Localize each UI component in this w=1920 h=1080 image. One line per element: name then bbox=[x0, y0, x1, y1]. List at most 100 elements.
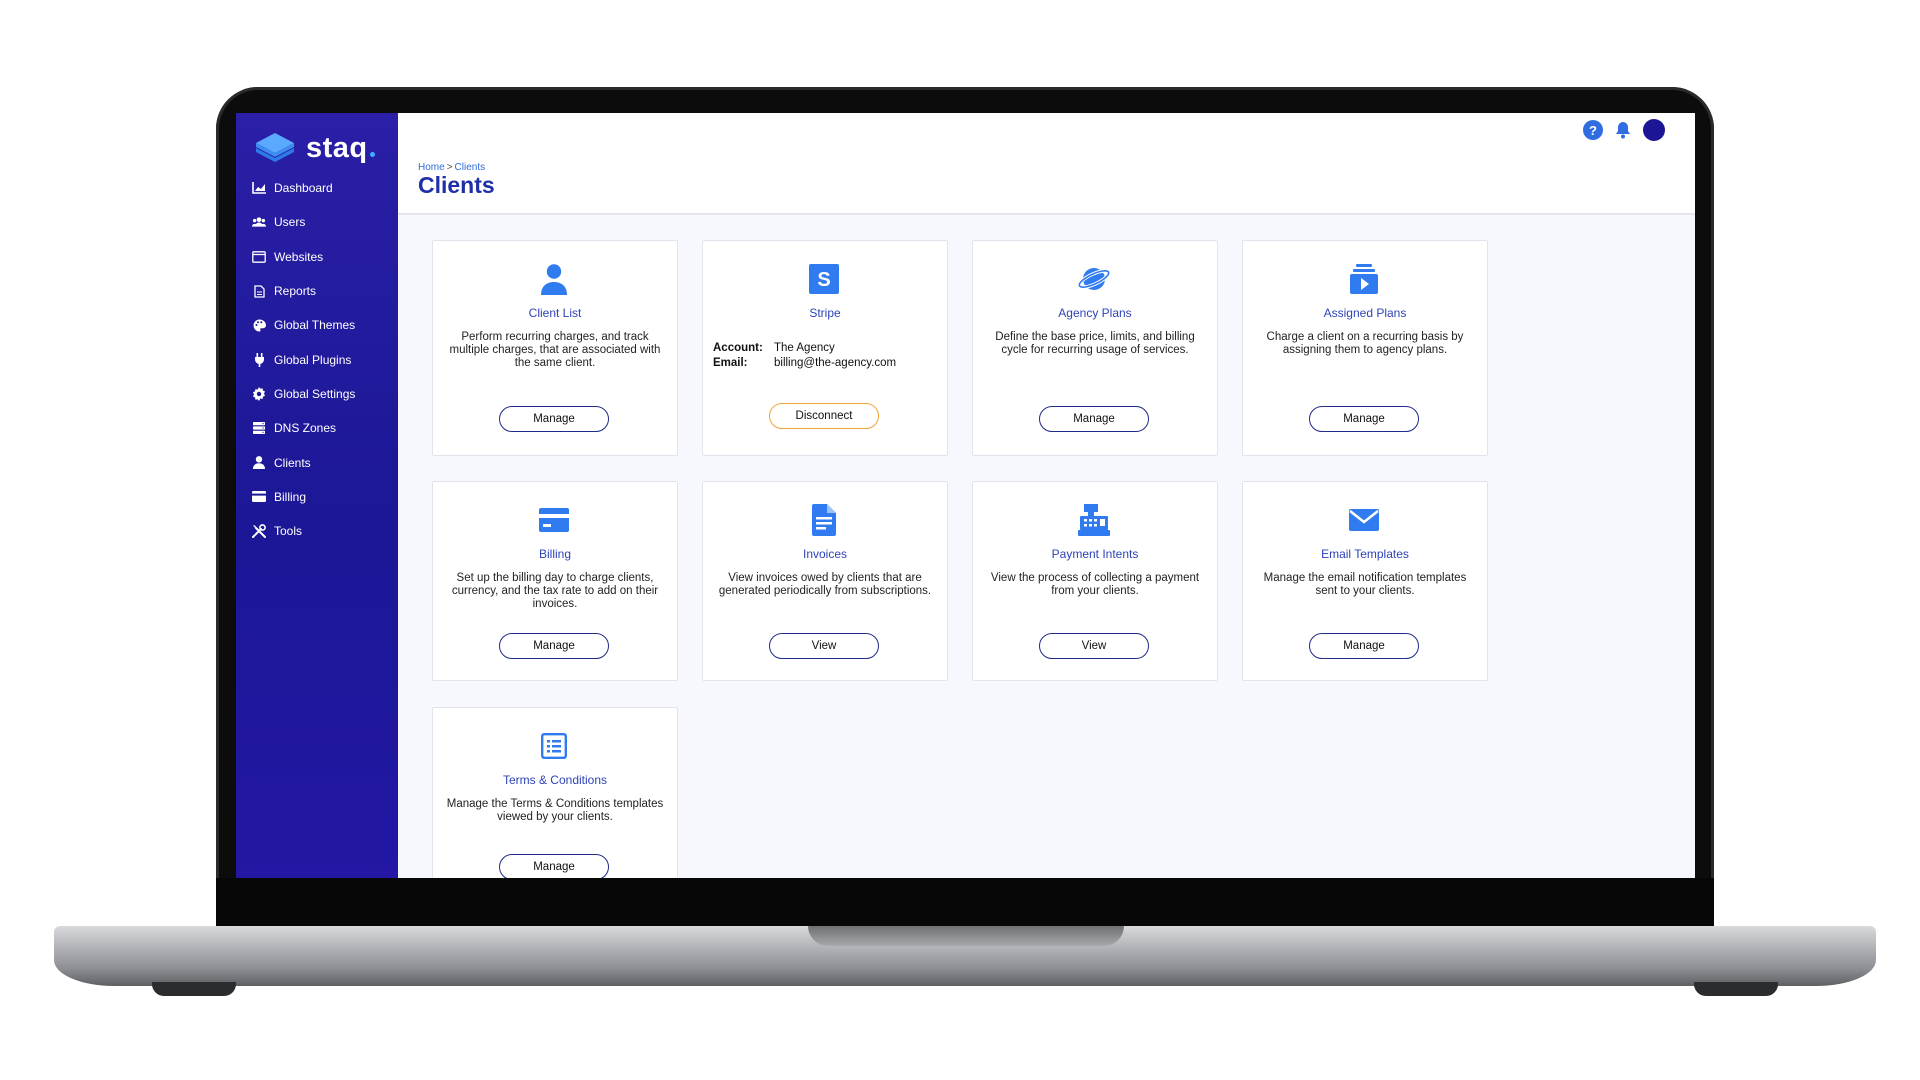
sidebar-item-label: Billing bbox=[274, 489, 307, 504]
card-title: Email Templates bbox=[1321, 547, 1409, 561]
user-icon bbox=[535, 261, 573, 297]
card-terms-conditions: Terms & Conditions Manage the Terms & Co… bbox=[432, 707, 678, 878]
sidebar-item-label: Users bbox=[274, 215, 306, 230]
card-description: Manage the email notification templates … bbox=[1263, 572, 1467, 597]
card-title: Billing bbox=[538, 547, 571, 561]
brand-name: staq bbox=[306, 131, 368, 164]
card-description: View the process of collecting a payment… bbox=[990, 572, 1200, 597]
sidebar-item-label: DNS Zones bbox=[274, 421, 337, 436]
email-value: billing@the-agency.com bbox=[774, 357, 897, 369]
sidebar-item-users[interactable]: Users bbox=[252, 205, 355, 239]
card-invoices: Invoices View invoices owed by clients t… bbox=[702, 481, 948, 681]
manage-button[interactable]: Manage bbox=[499, 633, 609, 659]
manage-button[interactable]: Manage bbox=[499, 406, 609, 432]
card-stripe: S Stripe Account: The Agency Email: billin… bbox=[702, 240, 948, 456]
manage-button[interactable]: Manage bbox=[1309, 406, 1419, 432]
email-label: Email: bbox=[713, 357, 748, 369]
credit-card-icon bbox=[535, 502, 573, 538]
disconnect-button[interactable]: Disconnect bbox=[769, 403, 879, 429]
account-value: The Agency bbox=[774, 342, 835, 354]
card-title: Assigned Plans bbox=[1323, 306, 1407, 320]
gear-icon bbox=[252, 386, 266, 401]
sidebar: staq Dashboard Users Websites Reports Gl… bbox=[236, 113, 398, 878]
brand-dot bbox=[369, 152, 375, 157]
card-description: Charge a client on a recurring basis by … bbox=[1266, 331, 1464, 356]
sidebar-item-label: Reports bbox=[274, 284, 317, 299]
manage-button[interactable]: Manage bbox=[499, 854, 609, 878]
card-assigned-plans: Assigned Plans Charge a client on a recu… bbox=[1242, 240, 1488, 456]
sidebar-nav: Dashboard Users Websites Reports Global … bbox=[252, 171, 355, 548]
laptop-foot-left bbox=[152, 982, 236, 996]
laptop-opening-notch bbox=[808, 926, 1124, 946]
card-client-list: Client List Perform recurring charges, a… bbox=[432, 240, 678, 456]
chart-icon bbox=[252, 181, 266, 195]
plug-icon bbox=[252, 352, 266, 367]
card-description: Manage the Terms & Conditions templates … bbox=[446, 798, 664, 823]
sidebar-item-tools[interactable]: Tools bbox=[252, 514, 355, 548]
sidebar-item-label: Websites bbox=[274, 249, 324, 264]
top-bar: ? bbox=[398, 113, 1695, 148]
sidebar-item-label: Tools bbox=[274, 524, 303, 539]
list-icon bbox=[535, 728, 573, 764]
account-label: Account: bbox=[713, 342, 763, 354]
card-payment-intents: Payment Intents View the process of coll… bbox=[972, 481, 1218, 681]
sidebar-item-label: Dashboard bbox=[274, 181, 333, 196]
sidebar-item-label: Global Themes bbox=[274, 318, 356, 333]
card-title: Invoices bbox=[802, 547, 848, 561]
brand-logo[interactable]: staq bbox=[254, 131, 375, 165]
card-title: Agency Plans bbox=[1058, 306, 1132, 320]
envelope-icon bbox=[1345, 502, 1383, 538]
card-billing: Billing Set up the billing day to charge… bbox=[432, 481, 678, 681]
laptop-bezel-bottom bbox=[216, 878, 1714, 928]
page-title: Clients bbox=[418, 172, 495, 198]
card-title: Terms & Conditions bbox=[502, 773, 608, 787]
view-button[interactable]: View bbox=[1039, 633, 1149, 659]
cash-register-icon bbox=[1075, 502, 1113, 538]
users-icon bbox=[252, 215, 266, 229]
credit-card-icon bbox=[252, 490, 266, 504]
sidebar-item-label: Global Settings bbox=[274, 386, 356, 401]
manage-button[interactable]: Manage bbox=[1039, 406, 1149, 432]
sidebar-item-global-settings[interactable]: Global Settings bbox=[252, 377, 355, 411]
sidebar-item-websites[interactable]: Websites bbox=[252, 240, 355, 274]
file-icon bbox=[252, 284, 266, 298]
laptop-foot-right bbox=[1694, 982, 1778, 996]
card-title: Client List bbox=[528, 306, 582, 320]
card-description: Define the base price, limits, and billi… bbox=[995, 331, 1195, 356]
manage-button[interactable]: Manage bbox=[1309, 633, 1419, 659]
stripe-account-details: Account: The Agency Email: billing@the-age… bbox=[713, 341, 896, 371]
avatar[interactable] bbox=[1643, 119, 1665, 141]
planet-icon bbox=[1075, 261, 1113, 297]
invoice-icon bbox=[805, 502, 843, 538]
sidebar-item-dns-zones[interactable]: DNS Zones bbox=[252, 411, 355, 445]
window-icon bbox=[252, 250, 266, 264]
page-header: Home > Clients Clients bbox=[398, 147, 1695, 215]
staq-logo-icon bbox=[256, 133, 294, 162]
sidebar-item-global-themes[interactable]: Global Themes bbox=[252, 308, 355, 342]
app-screen: staq Dashboard Users Websites Reports Gl… bbox=[236, 113, 1695, 878]
sidebar-item-label: Global Plugins bbox=[274, 352, 352, 367]
top-bar-actions: ? bbox=[1583, 119, 1665, 141]
tools-icon bbox=[252, 524, 266, 539]
server-icon bbox=[252, 421, 266, 435]
sidebar-item-billing[interactable]: Billing bbox=[252, 480, 355, 514]
bell-icon[interactable] bbox=[1613, 120, 1633, 140]
card-description: View invoices owed by clients that are g… bbox=[718, 572, 932, 597]
card-title: Payment Intents bbox=[1051, 547, 1139, 561]
stack-play-icon bbox=[1345, 261, 1383, 297]
card-title: Stripe bbox=[809, 306, 841, 320]
card-description: Perform recurring charges, and track mul… bbox=[449, 331, 661, 369]
stripe-icon: S bbox=[805, 261, 843, 297]
view-button[interactable]: View bbox=[769, 633, 879, 659]
sidebar-item-dashboard[interactable]: Dashboard bbox=[252, 171, 355, 205]
card-description: Set up the billing day to charge clients… bbox=[451, 572, 659, 610]
sidebar-item-reports[interactable]: Reports bbox=[252, 274, 355, 308]
palette-icon bbox=[252, 318, 266, 332]
help-icon[interactable]: ? bbox=[1583, 120, 1603, 140]
card-agency-plans: Agency Plans Define the base price, limi… bbox=[972, 240, 1218, 456]
sidebar-item-global-plugins[interactable]: Global Plugins bbox=[252, 342, 355, 376]
sidebar-item-clients[interactable]: Clients bbox=[252, 445, 355, 479]
sidebar-item-label: Clients bbox=[274, 455, 311, 470]
user-icon bbox=[252, 456, 266, 470]
svg-text:S: S bbox=[817, 269, 830, 291]
